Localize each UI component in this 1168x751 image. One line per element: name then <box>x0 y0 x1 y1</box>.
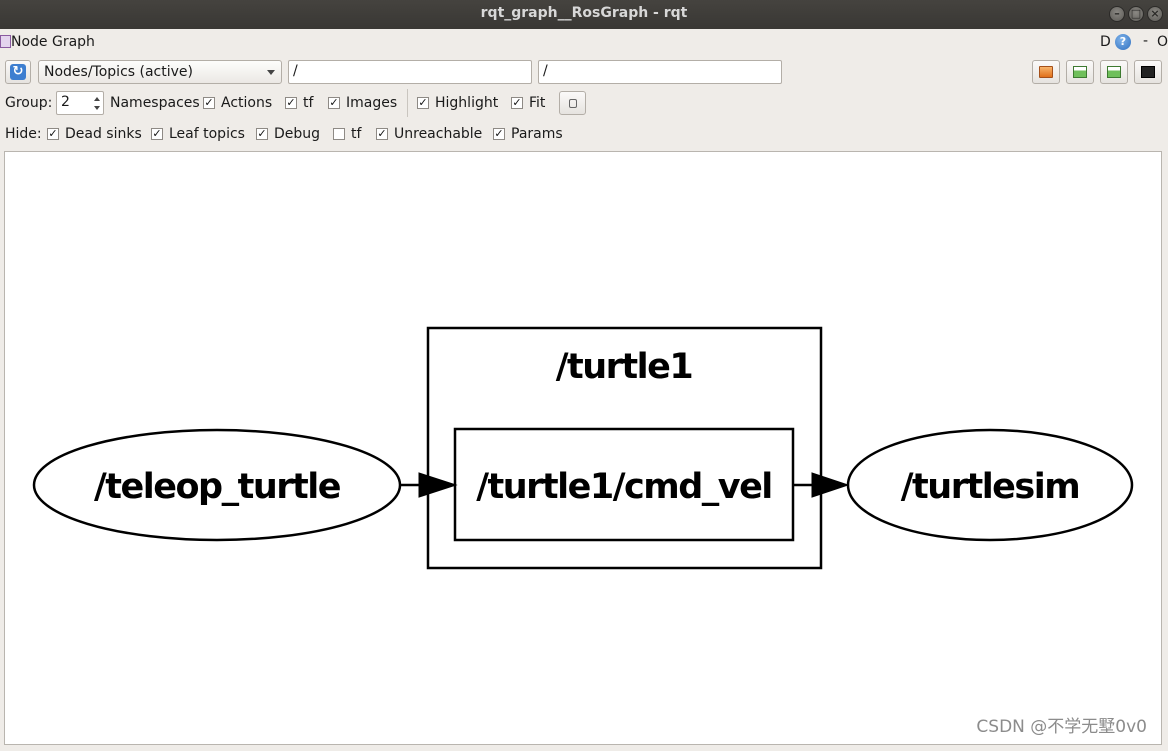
options-row: Group: 2 Namespaces ✓ Actions ✓ tf ✓ Ima… <box>5 89 605 117</box>
close-plugin-button[interactable]: O <box>1157 34 1168 50</box>
include-filter-input[interactable]: / <box>288 60 532 84</box>
open-folder-icon <box>1039 66 1053 78</box>
hide-tf-label: tf <box>351 126 362 142</box>
plugin-header: Node Graph D ? - O <box>0 29 1168 56</box>
help-icon[interactable]: ? <box>1115 34 1131 50</box>
load-dot-button[interactable] <box>1032 60 1060 84</box>
unreachable-checkbox[interactable]: ✓ <box>376 128 388 140</box>
plugin-icon <box>0 35 11 48</box>
spin-up-icon[interactable] <box>94 97 100 101</box>
refresh-icon: ↻ <box>10 64 26 80</box>
images-checkbox[interactable]: ✓ <box>328 97 340 109</box>
highlight-checkbox[interactable]: ✓ <box>417 97 429 109</box>
window-title: rqt_graph__RosGraph - rqt <box>480 5 688 21</box>
chevron-down-icon <box>267 70 275 75</box>
group-value: 2 <box>61 94 70 110</box>
node-turtlesim-label: /turtlesim <box>901 467 1079 507</box>
tf-checkbox[interactable]: ✓ <box>285 97 297 109</box>
dead-sinks-label: Dead sinks <box>65 126 142 142</box>
graph-svg: /turtle1 /teleop_turtle /turtle1/cmd_vel… <box>32 326 1134 570</box>
dock-button[interactable]: D <box>1100 34 1111 50</box>
plugin-title: Node Graph <box>11 34 95 50</box>
close-icon[interactable]: × <box>1147 6 1163 22</box>
view-mode-select[interactable]: Nodes/Topics (active) <box>38 60 282 84</box>
leaf-topics-label: Leaf topics <box>169 126 245 142</box>
separator <box>407 89 408 117</box>
actions-checkbox[interactable]: ✓ <box>203 97 215 109</box>
highlight-label: Highlight <box>435 95 499 111</box>
hide-row: Hide: ✓ Dead sinks ✓ Leaf topics ✓ Debug… <box>5 122 605 146</box>
unreachable-label: Unreachable <box>394 126 483 142</box>
fit-checkbox[interactable]: ✓ <box>511 97 523 109</box>
edge-turtlesim-arrowhead <box>811 472 850 498</box>
dead-sinks-checkbox[interactable]: ✓ <box>47 128 59 140</box>
topic-cmd-vel-label: /turtle1/cmd_vel <box>476 467 772 507</box>
tf-label: tf <box>303 95 314 111</box>
node-teleop-turtle-label: /teleop_turtle <box>94 467 341 507</box>
save-dot-button[interactable] <box>1066 60 1094 84</box>
images-label: Images <box>346 95 398 111</box>
window-titlebar: rqt_graph__RosGraph - rqt – □ × <box>0 0 1168 29</box>
params-checkbox[interactable]: ✓ <box>493 128 505 140</box>
exclude-filter-input[interactable]: / <box>538 60 782 84</box>
group-label: Group: <box>5 95 53 111</box>
view-mode-value: Nodes/Topics (active) <box>44 64 193 80</box>
save-dot-icon <box>1073 66 1087 78</box>
leaf-topics-checkbox[interactable]: ✓ <box>151 128 163 140</box>
actions-label: Actions <box>221 95 273 111</box>
maximize-icon[interactable]: □ <box>1128 6 1144 22</box>
hide-label: Hide: <box>5 126 42 142</box>
watermark: CSDN @不学无墅0v0 <box>976 717 1147 737</box>
graph-canvas[interactable]: /turtle1 /teleop_turtle /turtle1/cmd_vel… <box>4 151 1162 745</box>
group-spinbox[interactable]: 2 <box>56 91 104 115</box>
save-image-icon <box>1107 66 1121 78</box>
minimize-plugin-button[interactable]: - <box>1143 33 1148 49</box>
namespace-label: /turtle1 <box>556 347 693 387</box>
spin-down-icon[interactable] <box>94 106 100 110</box>
fit-in-view-button[interactable] <box>559 91 586 115</box>
fit-label: Fit <box>529 95 546 111</box>
params-label: Params <box>511 126 563 142</box>
screenshot-button[interactable] <box>1134 60 1162 84</box>
fit-icon <box>569 99 577 108</box>
hide-tf-checkbox[interactable] <box>333 128 345 140</box>
refresh-button[interactable]: ↻ <box>5 60 31 84</box>
edge-teleop-arrowhead <box>418 472 458 498</box>
save-image-button[interactable] <box>1100 60 1128 84</box>
debug-checkbox[interactable]: ✓ <box>256 128 268 140</box>
screenshot-icon <box>1141 66 1155 78</box>
namespaces-label: Namespaces <box>110 95 200 111</box>
minimize-icon[interactable]: – <box>1109 6 1125 22</box>
debug-label: Debug <box>274 126 321 142</box>
